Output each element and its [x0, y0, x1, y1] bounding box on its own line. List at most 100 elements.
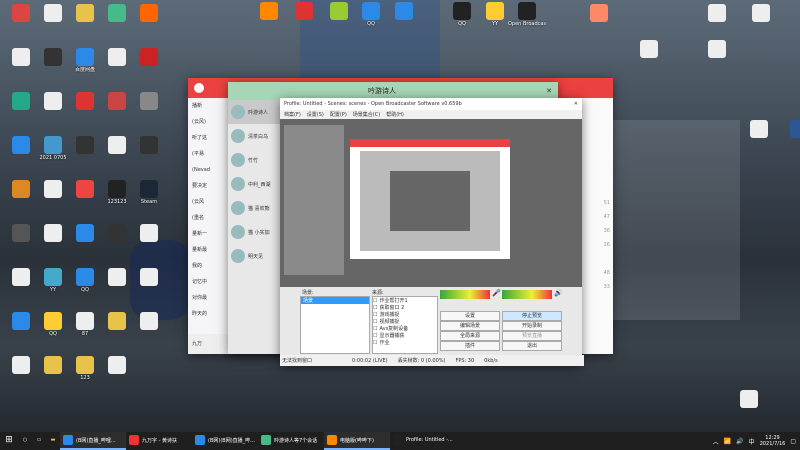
- file-explorer-icon[interactable]: ▬: [46, 432, 60, 450]
- source-item[interactable]: ☐ 游戏捕捉: [373, 311, 437, 319]
- chat-contact-name: 猫 小实加: [248, 229, 270, 236]
- obs-window[interactable]: Profile: Untitled - Scenes: scenes - Ope…: [280, 98, 584, 366]
- netease-sidebar-item[interactable]: 对你最: [188, 290, 230, 306]
- left-icon-34[interactable]: [130, 268, 168, 287]
- taskbar-app-button[interactable]: 吟游诗人等7个会话: [258, 432, 324, 450]
- top-icon-1[interactable]: [285, 2, 323, 21]
- taskbar-clock[interactable]: 12:29 2021/7/16: [760, 435, 786, 447]
- top-icon-0[interactable]: [250, 2, 288, 21]
- netease-sidebar-item[interactable]: 要决定: [188, 178, 230, 194]
- search-icon[interactable]: ○: [18, 432, 32, 450]
- source-item[interactable]: ☐ Avs复制设备: [373, 325, 437, 333]
- right-icon-4[interactable]: [698, 40, 736, 59]
- source-item[interactable]: ☐ 作业: [373, 339, 437, 347]
- netease-sidebar-item[interactable]: 我的: [188, 258, 230, 274]
- chat-contact-item[interactable]: 吟游诗人: [228, 100, 283, 124]
- source-checkbox[interactable]: ☐: [373, 319, 377, 325]
- left-icon-14[interactable]: [130, 92, 168, 111]
- plugins-button[interactable]: 插件: [440, 341, 500, 351]
- left-icon-29[interactable]: [130, 224, 168, 243]
- edit-scene-button[interactable]: 编辑场景: [440, 321, 500, 331]
- desktop-icon-label: Open Broadcaster: [508, 21, 546, 27]
- preview-stream-button[interactable]: 预览直播: [502, 331, 562, 341]
- chat-contact-item[interactable]: 猫 小实加: [228, 220, 283, 244]
- right-icon-0[interactable]: [580, 4, 618, 23]
- netease-sidebar-item[interactable]: 记忆中: [188, 274, 230, 290]
- right-icon-3[interactable]: [630, 40, 668, 59]
- global-sources-button[interactable]: 全局来源: [440, 331, 500, 341]
- obs-menu-item[interactable]: 配置(P): [330, 111, 347, 118]
- source-checkbox[interactable]: ☐: [373, 305, 377, 311]
- source-checkbox[interactable]: ☐: [373, 312, 377, 318]
- netease-sidebar-item[interactable]: 昨天的: [188, 306, 230, 322]
- exit-button[interactable]: 退出: [502, 341, 562, 351]
- obs-menu-item[interactable]: 设置(S): [307, 111, 324, 118]
- left-icon-9[interactable]: [130, 48, 168, 67]
- tray-lang[interactable]: 中: [749, 437, 755, 446]
- windows-start-icon[interactable]: ⊞: [0, 432, 18, 450]
- obs-close-icon[interactable]: ✕: [574, 101, 578, 107]
- chat-contact-item[interactable]: 竹竹: [228, 148, 283, 172]
- speaker-icon[interactable]: 🔊: [554, 289, 563, 297]
- chat-contact-item[interactable]: 清茶白乌: [228, 124, 283, 148]
- source-checkbox[interactable]: ☐: [373, 333, 377, 339]
- tray-network-icon[interactable]: 📶: [724, 438, 731, 445]
- source-checkbox[interactable]: ☐: [373, 326, 377, 332]
- obs-menu-item[interactable]: 档案(F): [284, 111, 301, 118]
- netease-sidebar-item[interactable]: (云风: [188, 194, 230, 210]
- source-checkbox[interactable]: ☐: [373, 340, 377, 346]
- source-item[interactable]: ☐ 显示器捕获: [373, 332, 437, 340]
- chat-contact-name: 猫 喜欢熊: [248, 205, 270, 212]
- left-icon-39[interactable]: [130, 312, 168, 331]
- chat-contact-item[interactable]: 明天见: [228, 244, 283, 268]
- source-checkbox[interactable]: ☐: [373, 298, 377, 304]
- stop-preview-button[interactable]: 停止预览: [502, 311, 562, 321]
- right-icon-2[interactable]: [742, 4, 780, 23]
- source-item[interactable]: ☐ 作业帮打开1: [373, 297, 437, 305]
- taskbar-app-button[interactable]: (B网)(B网)直播_哔...: [192, 432, 258, 450]
- netease-sidebar-item[interactable]: 听了这: [188, 130, 230, 146]
- mic-icon[interactable]: 🎤: [492, 289, 501, 297]
- left-icon-43[interactable]: [98, 356, 136, 375]
- app-icon: [108, 268, 126, 286]
- sources-list[interactable]: ☐ 作业帮打开1 ☐ 获取窗口 2 ☐ 游戏捕捉 ☐ 视频捕捉 ☐ Avs复制设备 ☐ 显示器捕获 ☐ 作…: [372, 296, 438, 354]
- settings-button[interactable]: 设置: [440, 311, 500, 321]
- obs-titlebar[interactable]: Profile: Untitled - Scenes: scenes - Ope…: [280, 98, 582, 110]
- obs-menu-item[interactable]: 帮助(H): [386, 111, 404, 118]
- scene-item[interactable]: 场景: [301, 297, 369, 304]
- netease-sidebar-item[interactable]: 播新: [188, 98, 230, 114]
- taskbar-app-button[interactable]: 九万字 - 黄诗扶: [126, 432, 192, 450]
- top-icon-7[interactable]: Open Broadcaster: [508, 2, 546, 27]
- right-icon-5[interactable]: [740, 120, 778, 139]
- taskbar-app-button[interactable]: (B网)直播_哔哩...: [60, 432, 126, 450]
- obs-dock: 场景: 场景 来源: ☐ 作业帮打开1 ☐ 获取窗口 2 ☐ 游戏捕捉 ☐ 视频捕捉 ☐ Avs复…: [280, 287, 582, 355]
- left-icon-19[interactable]: [130, 136, 168, 155]
- right-icon-1[interactable]: [698, 4, 736, 23]
- left-icon-4[interactable]: [130, 4, 168, 23]
- taskbar-app-button[interactable]: Profile: Untitled -...: [390, 432, 456, 450]
- tray-chevron-icon[interactable]: ︿: [713, 437, 719, 446]
- scenes-list[interactable]: 场景: [300, 296, 370, 354]
- netease-sidebar-item[interactable]: (重名: [188, 210, 230, 226]
- taskbar-app-label: Profile: Untitled -...: [406, 437, 453, 443]
- obs-menu-item[interactable]: 场景集合(C): [353, 111, 380, 118]
- chat-close-icon[interactable]: ✕: [546, 87, 552, 95]
- taskbar-app-button[interactable]: 电脑版(哔哔下): [324, 432, 390, 450]
- chat-contact-item[interactable]: 猫 喜欢熊: [228, 196, 283, 220]
- top-icon-4[interactable]: [385, 2, 423, 21]
- left-icon-24[interactable]: Steam: [130, 180, 168, 205]
- source-item[interactable]: ☐ 视频捕捉: [373, 318, 437, 326]
- right-icon-6[interactable]: [780, 120, 800, 139]
- netease-sidebar-item[interactable]: (Nevad: [188, 162, 230, 178]
- source-item[interactable]: ☐ 获取窗口 2: [373, 304, 437, 312]
- netease-sidebar-item[interactable]: (云风): [188, 114, 230, 130]
- netease-sidebar-item[interactable]: 量新一: [188, 226, 230, 242]
- right-icon-7[interactable]: [730, 390, 768, 409]
- task-view-icon[interactable]: ▭: [32, 432, 46, 450]
- chat-contact-item[interactable]: 中利_西湖: [228, 172, 283, 196]
- start-record-button[interactable]: 开始录制: [502, 321, 562, 331]
- netease-sidebar-item[interactable]: (平易: [188, 146, 230, 162]
- notification-icon[interactable]: ▢: [790, 438, 796, 445]
- netease-sidebar-item[interactable]: 量新最: [188, 242, 230, 258]
- tray-volume-icon[interactable]: 🔊: [736, 438, 743, 445]
